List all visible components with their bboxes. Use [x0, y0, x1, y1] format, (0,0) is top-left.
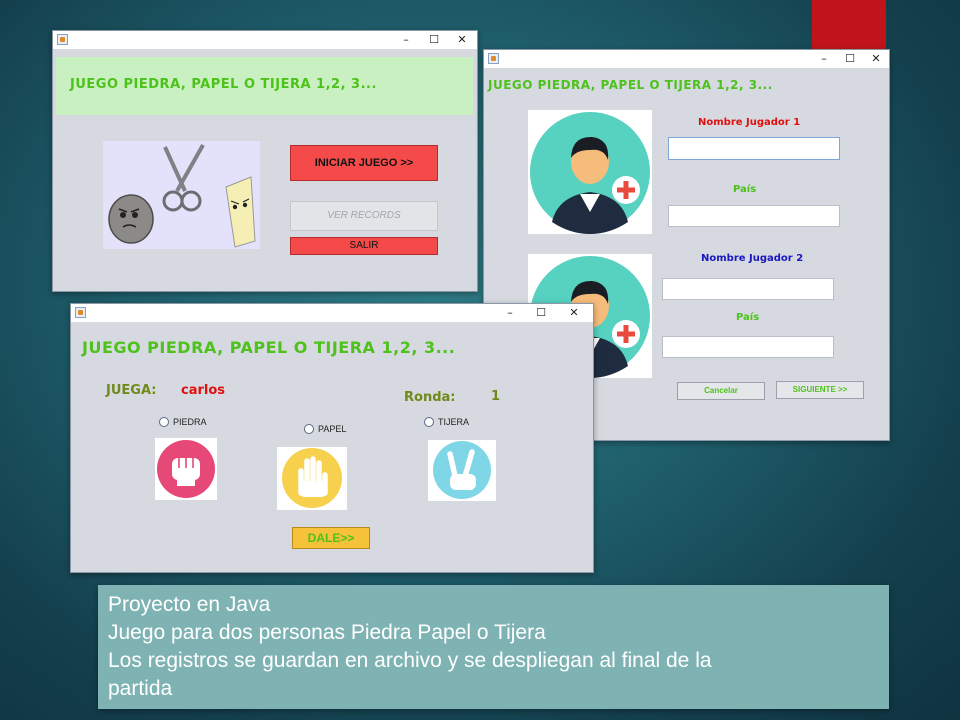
caption-line: Los registros se guardan en archivo y se…	[108, 649, 712, 672]
country1-input[interactable]	[668, 205, 840, 227]
close-button[interactable]: ✕	[863, 50, 889, 68]
main-menu-window: – ☐ ✕ JUEGO PIEDRA, PAPEL O TIJERA 1,2, …	[52, 30, 478, 292]
paper-radio[interactable]: PAPEL	[304, 424, 346, 434]
radio-circle[interactable]	[159, 417, 169, 427]
java-app-icon	[57, 34, 68, 45]
add-user-avatar-1	[528, 110, 652, 234]
view-records-button[interactable]: VER RECORDS	[290, 201, 438, 231]
java-app-icon	[75, 307, 86, 318]
minimize-button[interactable]: –	[811, 50, 837, 68]
rock-label: PIEDRA	[173, 417, 207, 427]
round-label: Ronda:	[404, 390, 456, 405]
game-title: JUEGO PIEDRA, PAPEL O TIJERA 1,2, 3...	[70, 77, 377, 92]
player2-name-label: Nombre Jugador 2	[701, 253, 804, 264]
go-button[interactable]: DALE>>	[292, 527, 370, 549]
window-titlebar: – ☐ ✕	[71, 304, 593, 322]
window-titlebar: – ☐ ✕	[484, 50, 889, 68]
maximize-button[interactable]: ☐	[528, 304, 554, 322]
minimize-button[interactable]: –	[393, 31, 419, 49]
rock-radio[interactable]: PIEDRA	[159, 417, 207, 427]
player2-name-input[interactable]	[662, 278, 834, 300]
plays-label: JUEGA:	[106, 383, 157, 398]
caption-line: Juego para dos personas Piedra Papel o T…	[108, 621, 546, 644]
peace-hand-icon	[428, 440, 496, 501]
close-button[interactable]: ✕	[449, 31, 475, 49]
scissors-radio[interactable]: TIJERA	[424, 417, 469, 427]
close-button[interactable]: ✕	[561, 304, 587, 322]
start-game-button[interactable]: INICIAR JUEGO >>	[290, 145, 438, 181]
minimize-button[interactable]: –	[497, 304, 523, 322]
rock-paper-scissors-illustration	[103, 141, 260, 249]
round-number: 1	[491, 389, 501, 404]
maximize-button[interactable]: ☐	[421, 31, 447, 49]
player1-name-label: Nombre Jugador 1	[698, 117, 801, 128]
current-player-name: carlos	[181, 383, 226, 398]
country2-input[interactable]	[662, 336, 834, 358]
radio-circle[interactable]	[424, 417, 434, 427]
java-app-icon	[488, 53, 499, 64]
next-button[interactable]: SIGUIENTE >>	[776, 381, 864, 399]
paper-label: PAPEL	[318, 424, 347, 434]
game-title: JUEGO PIEDRA, PAPEL O TIJERA 1,2, 3...	[82, 338, 456, 357]
cancel-button[interactable]: Cancelar	[677, 382, 765, 400]
slide-caption: Proyecto en Java Juego para dos personas…	[98, 585, 889, 709]
exit-button[interactable]: SALIR	[290, 237, 438, 255]
game-title: JUEGO PIEDRA, PAPEL O TIJERA 1,2, 3...	[488, 78, 773, 92]
decorative-red-block	[812, 0, 886, 52]
scissors-label: TIJERA	[438, 417, 470, 427]
country1-label: País	[733, 184, 757, 195]
open-hand-icon	[277, 447, 347, 510]
radio-circle[interactable]	[304, 424, 314, 434]
window-titlebar: – ☐ ✕	[53, 31, 477, 49]
country2-label: País	[736, 312, 760, 323]
game-round-window: – ☐ ✕ JUEGO PIEDRA, PAPEL O TIJERA 1,2, …	[70, 303, 594, 573]
caption-line: Proyecto en Java	[108, 593, 271, 616]
caption-line: partida	[108, 677, 173, 700]
maximize-button[interactable]: ☐	[837, 50, 863, 68]
fist-icon	[155, 438, 217, 500]
player1-name-input[interactable]	[668, 137, 840, 160]
